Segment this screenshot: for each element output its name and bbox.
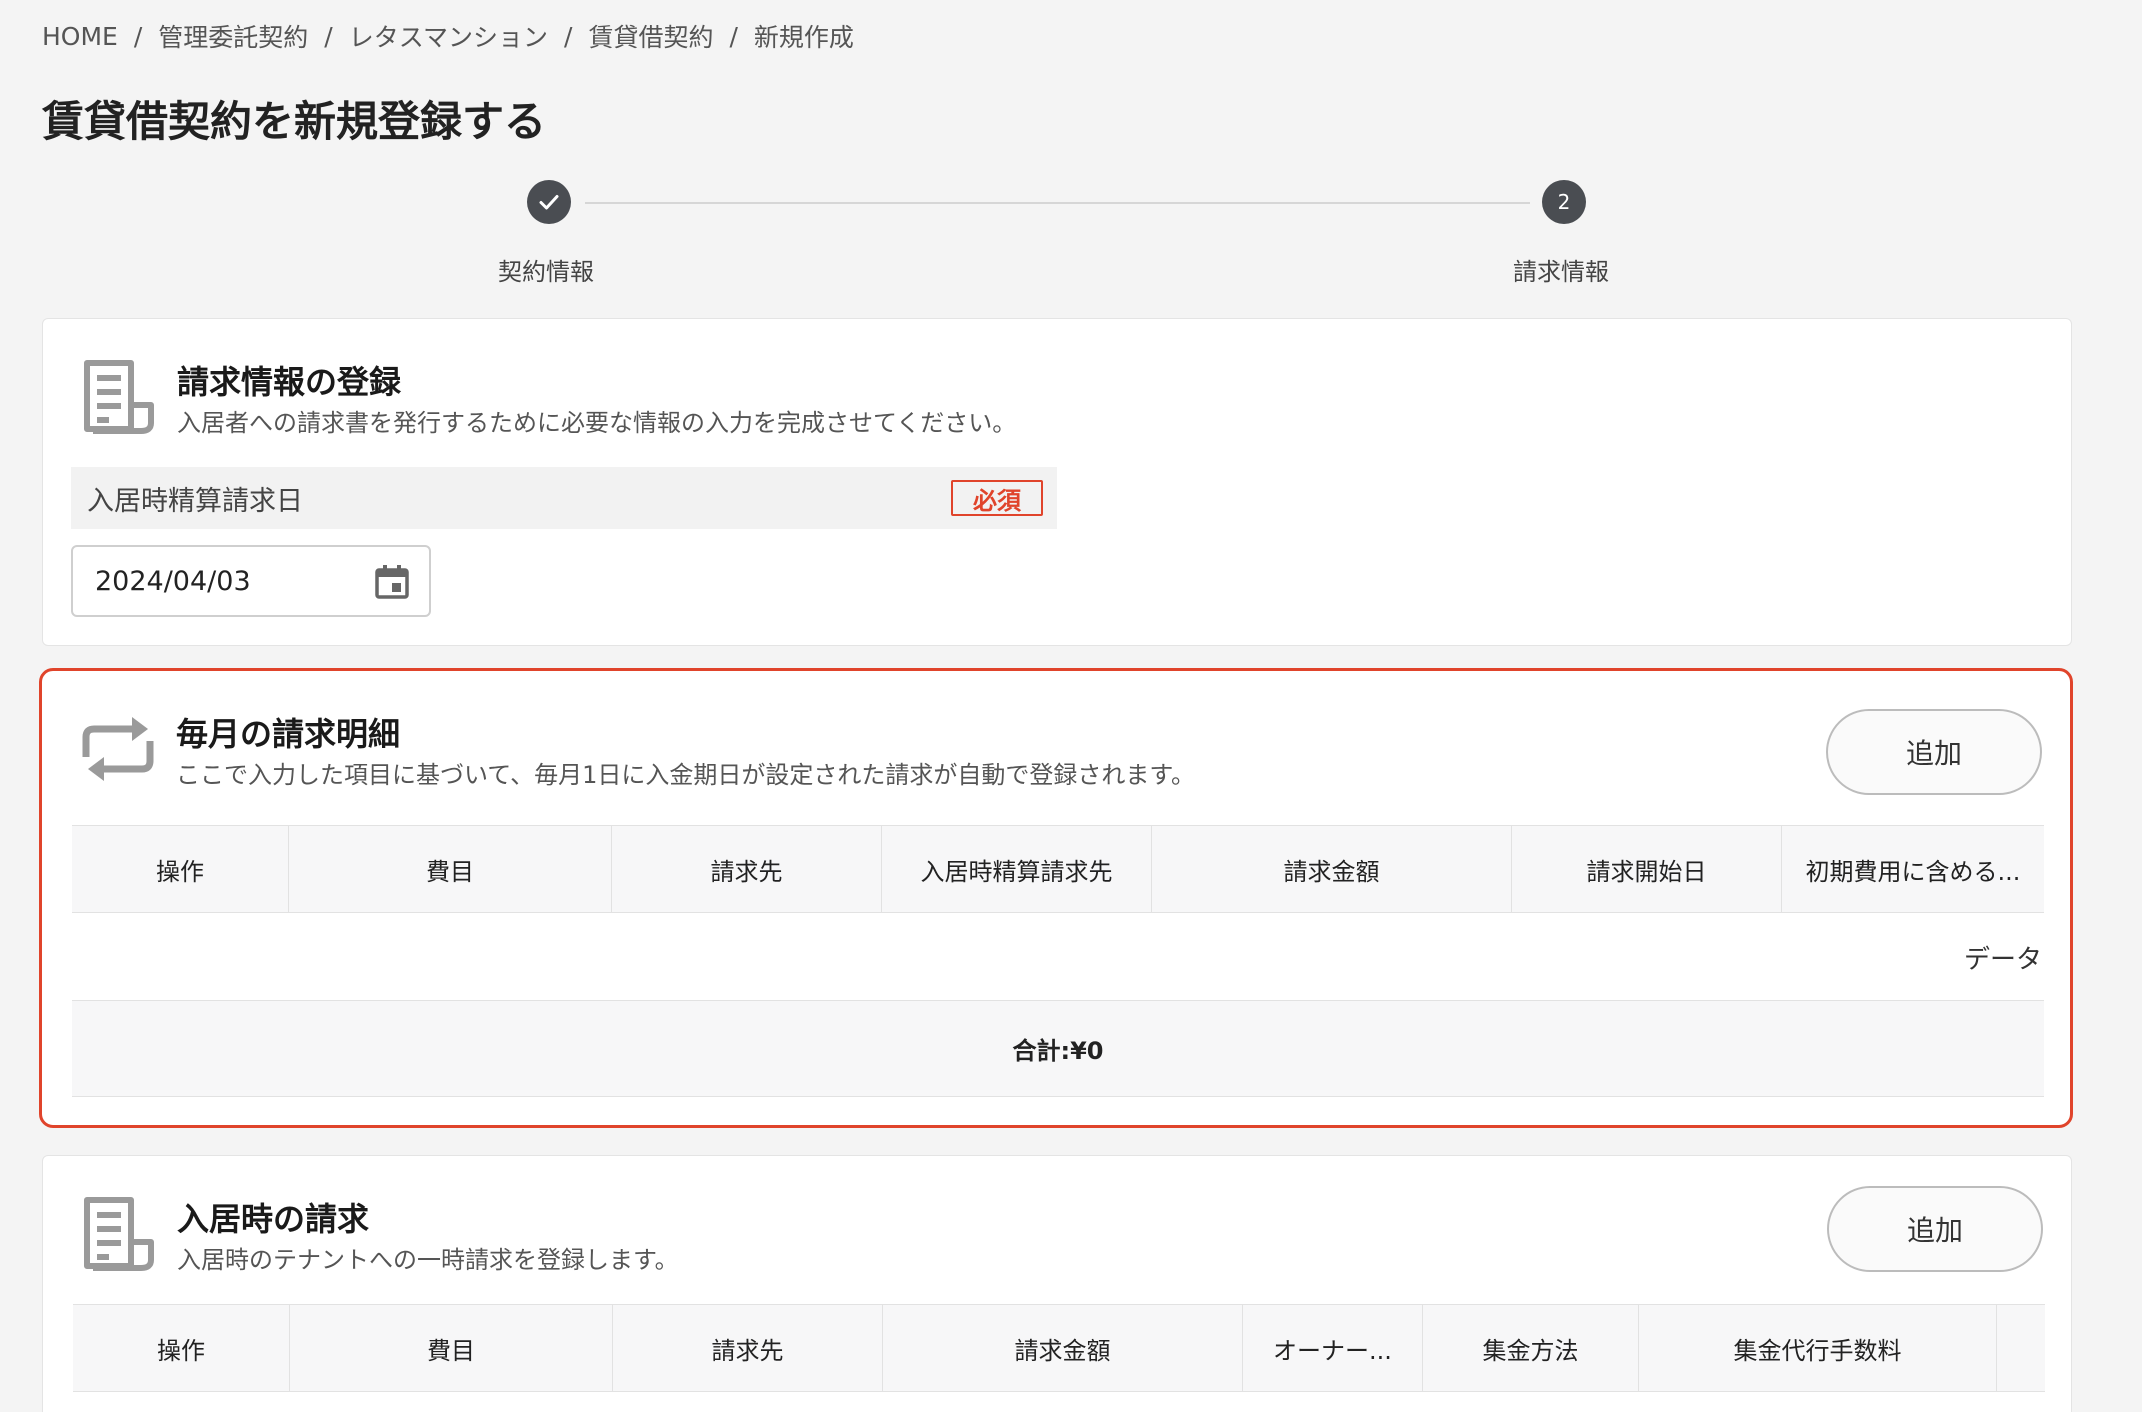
breadcrumb-lease-contract[interactable]: 賃貸借契約 [588, 18, 713, 54]
column-header: 請求金額 [883, 1305, 1243, 1391]
repeat-icon [78, 709, 158, 789]
monthly-billing-description: ここで入力した項目に基づいて、毎月1日に入金期日が設定された請求が自動で登録され… [176, 761, 1195, 789]
table-header: 操作 費目 請求先 請求金額 オーナー... 集金方法 集金代行手数料 [73, 1304, 2045, 1392]
page-title: 賃貸借契約を新規登録する [42, 97, 547, 146]
column-header [1997, 1305, 2045, 1391]
column-header: 費目 [290, 1305, 613, 1391]
breadcrumb: HOME / 管理委託契約 / レタスマンション / 賃貸借契約 / 新規作成 [42, 18, 854, 54]
column-header: 請求先 [612, 826, 882, 912]
breadcrumb-separator: / [564, 21, 573, 51]
table-empty-row: データ [72, 913, 2044, 1001]
document-icon [79, 1194, 159, 1274]
move-in-billing-card: 入居時の請求 入居時のテナントへの一時請求を登録します。 追加 操作 費目 請求… [42, 1155, 2072, 1412]
stepper: 2 契約情報 請求情報 [0, 180, 2142, 290]
move-in-add-button[interactable]: 追加 [1827, 1186, 2043, 1272]
step-2-number: 2 [1542, 180, 1586, 224]
step-1-label: 契約情報 [498, 258, 594, 286]
table-header: 操作 費目 請求先 入居時精算請求先 請求金額 請求開始日 初期費用に含める..… [72, 825, 2044, 913]
monthly-add-button[interactable]: 追加 [1826, 709, 2042, 795]
move-in-settlement-date-field-header: 入居時精算請求日 必須 [71, 467, 1057, 529]
move-in-billing-description: 入居時のテナントへの一時請求を登録します。 [177, 1246, 679, 1274]
breadcrumb-separator: / [133, 21, 143, 51]
required-badge: 必須 [951, 480, 1043, 516]
billing-info-card: 請求情報の登録 入居者への請求書を発行するために必要な情報の入力を完成させてくだ… [42, 318, 2072, 646]
breadcrumb-new: 新規作成 [753, 23, 854, 52]
monthly-billing-card: 毎月の請求明細 ここで入力した項目に基づいて、毎月1日に入金期日が設定された請求… [39, 668, 2073, 1128]
column-header: 操作 [73, 1305, 290, 1391]
breadcrumb-separator: / [729, 21, 738, 51]
table-total-row: 合計:¥0 [72, 1001, 2044, 1097]
breadcrumb-separator: / [324, 21, 333, 51]
move-in-billing-title: 入居時の請求 [177, 1200, 370, 1238]
billing-info-title: 請求情報の登録 [177, 363, 402, 401]
column-header: オーナー... [1243, 1305, 1423, 1391]
column-header: 請求先 [613, 1305, 883, 1391]
column-header: 請求開始日 [1512, 826, 1782, 912]
move-in-billing-table: 操作 費目 請求先 請求金額 オーナー... 集金方法 集金代行手数料 [73, 1304, 2045, 1392]
column-header: 集金方法 [1423, 1305, 1639, 1391]
breadcrumb-home[interactable]: HOME [42, 22, 118, 51]
step-1-check-icon [527, 180, 571, 224]
column-header: 初期費用に含める... [1805, 857, 2021, 886]
billing-info-description: 入居者への請求書を発行するために必要な情報の入力を完成させてください。 [177, 409, 1017, 437]
stepper-line [585, 202, 1530, 204]
breadcrumb-property[interactable]: レタスマンション [349, 18, 548, 54]
step-2-label: 請求情報 [1513, 258, 1609, 286]
total-amount: 合計:¥0 [1012, 1037, 1104, 1065]
document-icon [79, 357, 159, 437]
column-header: 操作 [72, 826, 289, 912]
move-in-settlement-date-label: 入居時精算請求日 [87, 485, 303, 517]
calendar-icon[interactable] [373, 563, 411, 601]
column-header: 入居時精算請求先 [882, 826, 1152, 912]
move-in-settlement-date-input[interactable] [95, 565, 355, 597]
empty-data-text: データ [1963, 945, 2042, 975]
column-header: 請求金額 [1152, 826, 1512, 912]
move-in-settlement-date-field[interactable] [71, 545, 431, 617]
monthly-billing-title: 毎月の請求明細 [176, 715, 401, 753]
column-header: 費目 [289, 826, 612, 912]
monthly-billing-table: 操作 費目 請求先 入居時精算請求先 請求金額 請求開始日 初期費用に含める..… [72, 825, 2044, 1097]
breadcrumb-management-contract[interactable]: 管理委託契約 [158, 18, 308, 54]
column-header: 集金代行手数料 [1639, 1305, 1997, 1391]
